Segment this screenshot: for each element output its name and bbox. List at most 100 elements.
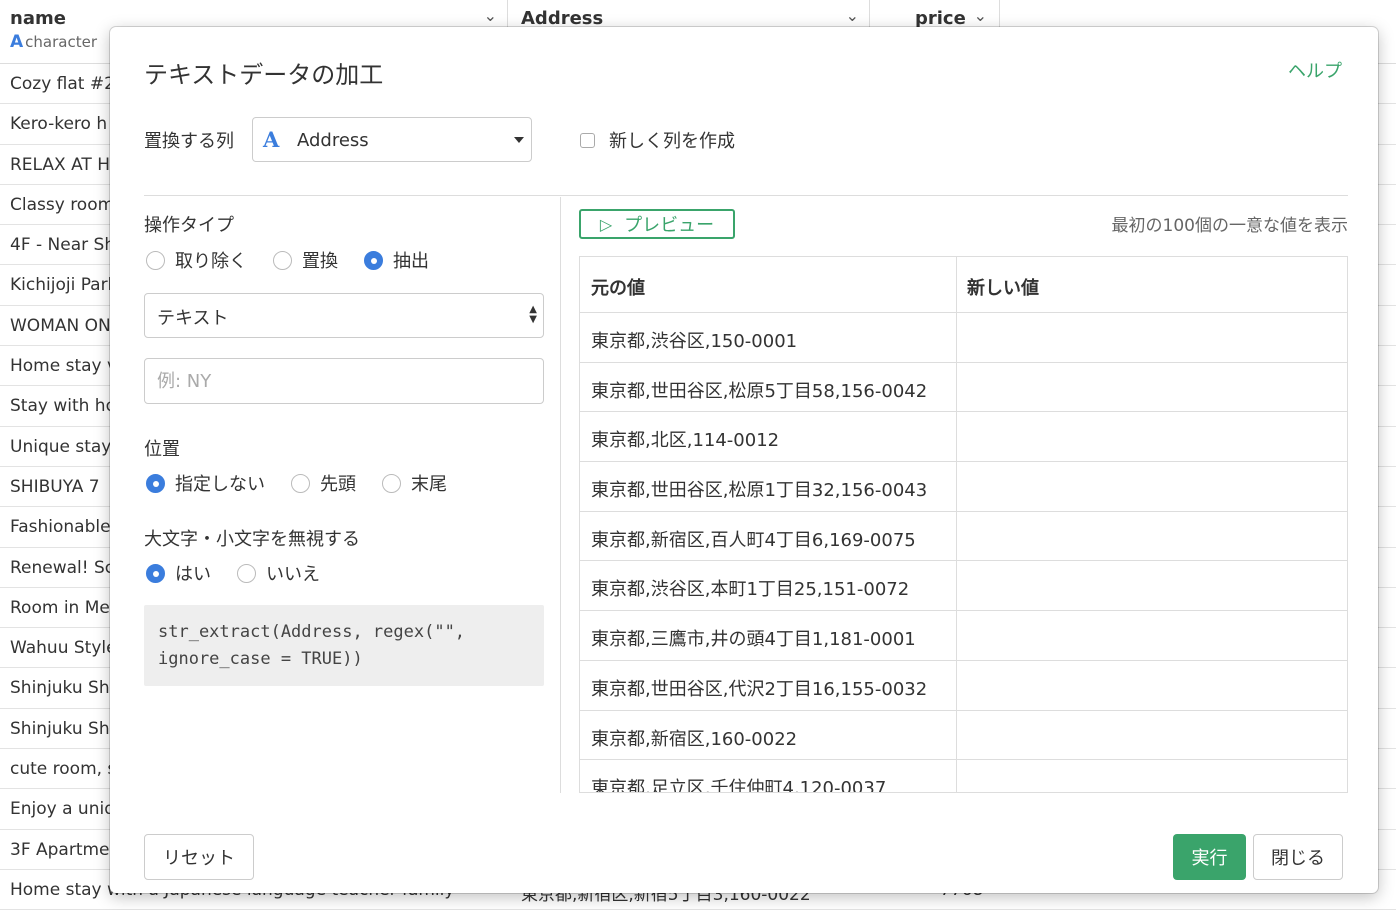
cell-name: Room in Me bbox=[10, 597, 110, 618]
ignore-case-no[interactable]: いいえ bbox=[237, 560, 320, 586]
original-value-cell: 東京都,北区,114-0012 bbox=[591, 430, 780, 452]
divider bbox=[560, 197, 561, 793]
cell-name: 3F Apartmen bbox=[10, 839, 121, 860]
cell-name: Enjoy a uniq bbox=[10, 799, 115, 820]
cell-name: 4F - Near Sh bbox=[10, 235, 116, 256]
cell-name: cute room, s bbox=[10, 759, 117, 780]
new-column-checkbox[interactable] bbox=[580, 132, 595, 148]
radio-label: 置換 bbox=[302, 251, 338, 272]
run-button[interactable]: 実行 bbox=[1173, 834, 1246, 880]
table-row: 東京都,新宿区,百人町4丁目6,169-0075 bbox=[580, 512, 1347, 562]
position-end[interactable]: 末尾 bbox=[382, 470, 447, 496]
help-link[interactable]: ヘルプ bbox=[1288, 57, 1342, 83]
radio-button[interactable] bbox=[291, 473, 310, 493]
cell-name: Wahuu Style bbox=[10, 638, 117, 659]
position-start[interactable]: 先頭 bbox=[291, 470, 356, 496]
radio-label: 末尾 bbox=[411, 474, 447, 495]
radio-button[interactable] bbox=[237, 563, 256, 583]
preview-table-rows: 東京都,渋谷区,150-0001 東京都,世田谷区,松原5丁目58,156-004… bbox=[580, 313, 1347, 793]
match-type-select[interactable]: テキスト ▲ ▼ bbox=[144, 293, 544, 338]
table-row: 東京都,新宿区,160-0022 bbox=[580, 711, 1347, 761]
original-value-cell: 東京都,世田谷区,代沢2丁目16,155-0032 bbox=[591, 678, 928, 700]
cell-name: SHIBUYA 7 bbox=[10, 476, 100, 497]
preview-table[interactable]: 元の値 新しい値 東京都,渋谷区,150-0001 東京都,世田谷区,松原5丁目5… bbox=[579, 256, 1348, 793]
radio-label: 指定しない bbox=[175, 474, 265, 495]
radio-button[interactable] bbox=[382, 473, 401, 493]
up-down-arrows-icon: ▲ ▼ bbox=[529, 304, 537, 325]
table-row: 東京都,三鷹市,井の頭4丁目1,181-0001 bbox=[580, 611, 1347, 661]
original-value-cell: 東京都,新宿区,百人町4丁目6,169-0075 bbox=[591, 529, 916, 551]
close-button[interactable]: 閉じる bbox=[1253, 834, 1343, 880]
header-original-value: 元の値 bbox=[591, 278, 645, 299]
original-value-cell: 東京都,足立区,千住仲町4,120-0037 bbox=[591, 778, 887, 793]
new-column-option[interactable]: 新しく列を作成 bbox=[580, 127, 735, 153]
preview-note: 最初の100個の一意な値を表示 bbox=[1111, 216, 1348, 236]
header-new-value: 新しい値 bbox=[967, 278, 1039, 299]
table-row: 東京都,世田谷区,代沢2丁目16,155-0032 bbox=[580, 661, 1347, 711]
original-value-cell: 東京都,世田谷区,松原1丁目32,156-0043 bbox=[591, 480, 928, 502]
operation-extract[interactable]: 抽出 bbox=[364, 247, 429, 273]
original-value-cell: 東京都,渋谷区,本町1丁目25,151-0072 bbox=[591, 579, 910, 601]
target-column-select[interactable]: A Address bbox=[252, 117, 532, 162]
original-value-cell: 東京都,世田谷区,松原5丁目58,156-0042 bbox=[591, 380, 928, 402]
column-title: name bbox=[10, 8, 66, 29]
cell-name: Home stay v bbox=[10, 356, 118, 377]
caret-down-icon bbox=[514, 137, 524, 143]
dialog-title: テキストデータの加工 bbox=[144, 61, 384, 89]
ignore-case-yes[interactable]: はい bbox=[146, 560, 211, 586]
column-type-label: character bbox=[25, 33, 98, 51]
text-transform-dialog: テキストデータの加工 ヘルプ 置換する列 A Address 新しく列を作成 操… bbox=[110, 27, 1378, 893]
column-type: Acharacter bbox=[10, 32, 97, 52]
radio-button-selected[interactable] bbox=[146, 473, 165, 493]
divider bbox=[144, 195, 1348, 196]
reset-button[interactable]: リセット bbox=[144, 834, 254, 880]
radio-button[interactable] bbox=[146, 250, 165, 270]
chevron-down-icon[interactable]: ⌄ bbox=[484, 6, 497, 25]
position-none[interactable]: 指定しない bbox=[146, 470, 265, 496]
table-row: 東京都,世田谷区,松原5丁目58,156-0042 bbox=[580, 363, 1347, 413]
radio-button-selected[interactable] bbox=[364, 250, 383, 270]
radio-label: 取り除く bbox=[175, 251, 247, 272]
divider bbox=[956, 257, 957, 792]
table-row: 東京都,北区,114-0012 bbox=[580, 412, 1347, 463]
table-row: 東京都,渋谷区,150-0001 bbox=[580, 313, 1347, 363]
operation-type-label: 操作タイプ bbox=[144, 215, 234, 236]
table-row: 東京都,渋谷区,本町1丁目25,151-0072 bbox=[580, 561, 1347, 612]
cell-name: Kichijoji Park bbox=[10, 275, 118, 296]
cell-name: Shinjuku Sh bbox=[10, 678, 110, 699]
operation-replace[interactable]: 置換 bbox=[273, 247, 338, 273]
chevron-down-icon[interactable]: ⌄ bbox=[974, 6, 987, 25]
table-row: 東京都,世田谷区,松原1丁目32,156-0043 bbox=[580, 462, 1347, 512]
new-column-label: 新しく列を作成 bbox=[609, 131, 735, 152]
target-column-value: Address bbox=[297, 130, 369, 151]
radio-label: 先頭 bbox=[320, 474, 356, 495]
generated-code: str_extract(Address, regex("", ignore_ca… bbox=[144, 605, 544, 686]
operation-remove[interactable]: 取り除く bbox=[146, 247, 247, 273]
operation-type-radios: 取り除く 置換 抽出 bbox=[146, 247, 455, 273]
ignore-case-label: 大文字・小文字を無視する bbox=[144, 529, 360, 550]
chevron-down-icon[interactable]: ⌄ bbox=[846, 6, 859, 25]
cell-name: Cozy flat #2 bbox=[10, 74, 115, 94]
cell-name: Unique stay bbox=[10, 436, 112, 457]
pattern-input[interactable] bbox=[144, 358, 544, 404]
radio-button-selected[interactable] bbox=[146, 563, 165, 583]
cell-name: Shinjuku Sh bbox=[10, 718, 110, 739]
cell-name: Renewal! Sc bbox=[10, 557, 115, 578]
match-type-value: テキスト bbox=[157, 308, 229, 329]
cell-name: Fashionable bbox=[10, 517, 111, 538]
original-value-cell: 東京都,渋谷区,150-0001 bbox=[591, 331, 798, 352]
table-row: 東京都,足立区,千住仲町4,120-0037 bbox=[580, 760, 1347, 793]
radio-label: いいえ bbox=[266, 564, 320, 585]
radio-label: 抽出 bbox=[393, 251, 429, 272]
column-title: price bbox=[915, 8, 966, 29]
cell-name: Classy room bbox=[10, 194, 115, 215]
cell-name: Kero-kero h bbox=[10, 114, 108, 135]
preview-button[interactable]: ▷ プレビュー bbox=[579, 209, 735, 239]
position-radios: 指定しない 先頭 末尾 bbox=[146, 470, 473, 496]
play-icon: ▷ bbox=[599, 214, 613, 234]
cell-name: WOMAN ON bbox=[10, 315, 111, 336]
radio-label: はい bbox=[175, 564, 211, 585]
original-value-cell: 東京都,三鷹市,井の頭4丁目1,181-0001 bbox=[591, 629, 916, 651]
character-type-icon: A bbox=[263, 127, 280, 152]
radio-button[interactable] bbox=[273, 250, 292, 270]
